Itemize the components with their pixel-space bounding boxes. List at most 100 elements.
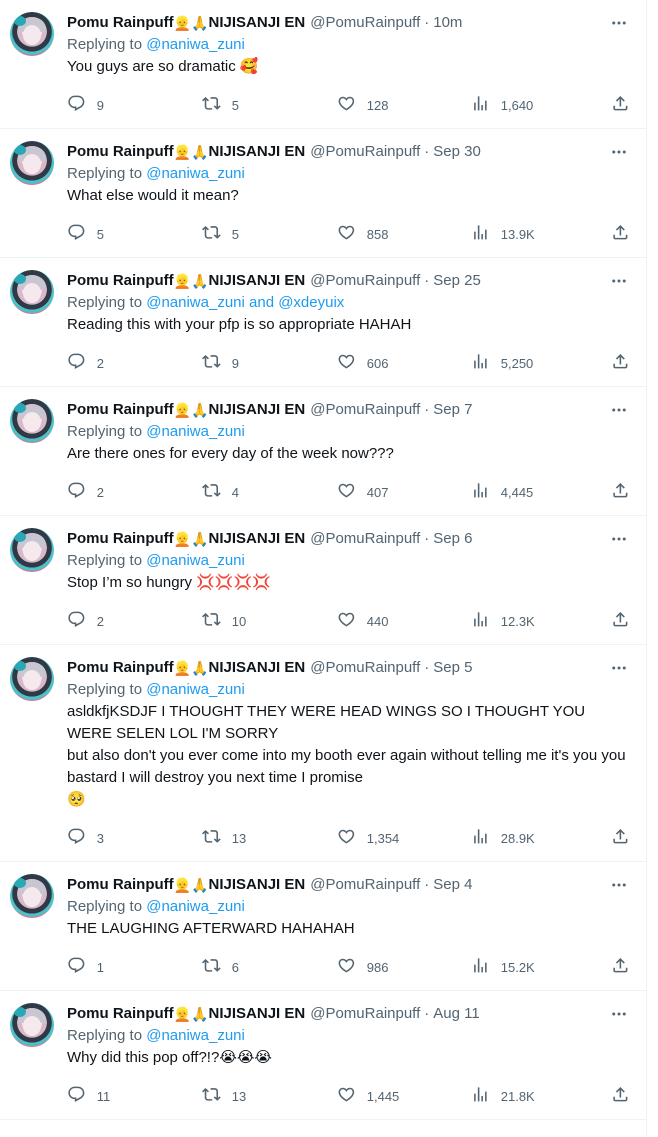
retweet-button[interactable]: 9	[202, 352, 337, 374]
share-button[interactable]	[610, 956, 630, 978]
tweet[interactable]: Pomu Rainpuff👱🙏NIJISANJI EN @PomuRainpuf…	[0, 991, 646, 1120]
tweet-timestamp[interactable]: Sep 4	[433, 875, 472, 895]
display-name[interactable]: Pomu Rainpuff👱🙏NIJISANJI EN	[67, 875, 305, 895]
tweet-text: THE LAUGHING AFTERWARD HAHAHAH	[67, 920, 355, 937]
like-button[interactable]: 858	[337, 223, 471, 245]
tweet-actions: 2 9 606 5,250	[67, 340, 630, 386]
display-name[interactable]: Pomu Rainpuff👱🙏NIJISANJI EN	[67, 529, 305, 549]
user-handle[interactable]: @PomuRainpuff	[310, 529, 420, 549]
display-name[interactable]: Pomu Rainpuff👱🙏NIJISANJI EN	[67, 1004, 305, 1024]
tweet-timestamp[interactable]: Sep 30	[433, 142, 481, 162]
display-name[interactable]: Pomu Rainpuff👱🙏NIJISANJI EN	[67, 400, 305, 420]
like-button[interactable]: 1,354	[337, 827, 471, 849]
display-name[interactable]: Pomu Rainpuff👱🙏NIJISANJI EN	[67, 271, 305, 291]
reply-button[interactable]: 1	[67, 956, 202, 978]
replying-to-link[interactable]: @naniwa_zuni	[146, 165, 245, 182]
tweet[interactable]: Pomu Rainpuff👱🙏NIJISANJI EN @PomuRainpuf…	[0, 258, 646, 387]
views-button[interactable]: 12.3K	[471, 610, 609, 632]
views-button[interactable]: 13.9K	[471, 223, 609, 245]
replying-to: Replying to @naniwa_zuni	[67, 1025, 630, 1047]
avatar[interactable]	[10, 657, 54, 701]
retweet-button[interactable]: 13	[202, 827, 337, 849]
tweet-timestamp[interactable]: Sep 7	[433, 400, 472, 420]
tweet[interactable]: Pomu Rainpuff👱🙏NIJISANJI EN @PomuRainpuf…	[0, 129, 646, 258]
retweet-button[interactable]: 10	[202, 610, 337, 632]
replying-to-link[interactable]: @naniwa_zuni	[146, 423, 245, 440]
user-handle[interactable]: @PomuRainpuff	[310, 13, 420, 33]
user-handle[interactable]: @PomuRainpuff	[310, 658, 420, 678]
reply-button[interactable]: 11	[67, 1085, 202, 1107]
more-icon[interactable]	[608, 659, 630, 677]
like-button[interactable]: 128	[337, 94, 471, 116]
views-button[interactable]: 5,250	[471, 352, 609, 374]
tweet[interactable]: Pomu Rainpuff👱🙏NIJISANJI EN @PomuRainpuf…	[0, 862, 646, 991]
tweet[interactable]: Pomu Rainpuff👱🙏NIJISANJI EN @PomuRainpuf…	[0, 645, 646, 862]
tweet-timestamp[interactable]: Sep 5	[433, 658, 472, 678]
retweet-button[interactable]: 5	[202, 223, 337, 245]
avatar[interactable]	[10, 12, 54, 56]
share-button[interactable]	[610, 223, 630, 245]
reply-button[interactable]: 9	[67, 94, 202, 116]
tweet[interactable]: Pomu Rainpuff👱🙏NIJISANJI EN @PomuRainpuf…	[0, 516, 646, 645]
reply-button[interactable]: 5	[67, 223, 202, 245]
share-button[interactable]	[610, 1085, 630, 1107]
tweet[interactable]: Pomu Rainpuff👱🙏NIJISANJI EN @PomuRainpuf…	[0, 387, 646, 516]
views-button[interactable]: 4,445	[471, 481, 609, 503]
replying-to-link[interactable]: @naniwa_zuni	[146, 681, 245, 698]
views-button[interactable]: 21.8K	[471, 1085, 609, 1107]
more-icon[interactable]	[608, 272, 630, 290]
replying-to-link[interactable]: @naniwa_zuni	[146, 36, 245, 53]
tweet-timestamp[interactable]: Sep 6	[433, 529, 472, 549]
user-handle[interactable]: @PomuRainpuff	[310, 271, 420, 291]
share-button[interactable]	[610, 610, 630, 632]
views-count: 12.3K	[500, 613, 535, 629]
tweet[interactable]: Pomu Rainpuff👱🙏NIJISANJI EN @PomuRainpuf…	[0, 0, 646, 129]
views-button[interactable]: 15.2K	[471, 956, 609, 978]
share-button[interactable]	[610, 94, 630, 116]
more-icon[interactable]	[608, 876, 630, 894]
reply-button[interactable]: 3	[67, 827, 202, 849]
retweet-button[interactable]: 5	[202, 94, 337, 116]
replying-to-link[interactable]: @naniwa_zuni	[146, 898, 245, 915]
retweet-button[interactable]: 13	[202, 1085, 337, 1107]
tweet-timestamp[interactable]: Aug 11	[433, 1004, 479, 1024]
views-button[interactable]: 28.9K	[471, 827, 609, 849]
avatar[interactable]	[10, 874, 54, 918]
like-button[interactable]: 440	[337, 610, 471, 632]
share-button[interactable]	[610, 827, 630, 849]
user-handle[interactable]: @PomuRainpuff	[310, 400, 420, 420]
avatar[interactable]	[10, 141, 54, 185]
display-name[interactable]: Pomu Rainpuff👱🙏NIJISANJI EN	[67, 658, 305, 678]
tweet-timestamp[interactable]: 10m	[433, 13, 462, 33]
more-icon[interactable]	[608, 1005, 630, 1023]
avatar[interactable]	[10, 270, 54, 314]
replying-to-link[interactable]: @naniwa_zuni and @xdeyuix	[146, 294, 344, 311]
reply-button[interactable]: 2	[67, 481, 202, 503]
display-name[interactable]: Pomu Rainpuff👱🙏NIJISANJI EN	[67, 13, 305, 33]
retweet-button[interactable]: 6	[202, 956, 337, 978]
more-icon[interactable]	[608, 530, 630, 548]
reply-button[interactable]: 2	[67, 352, 202, 374]
views-button[interactable]: 1,640	[471, 94, 609, 116]
more-icon[interactable]	[608, 401, 630, 419]
retweet-button[interactable]: 4	[202, 481, 337, 503]
user-handle[interactable]: @PomuRainpuff	[310, 1004, 420, 1024]
avatar[interactable]	[10, 528, 54, 572]
display-name[interactable]: Pomu Rainpuff👱🙏NIJISANJI EN	[67, 142, 305, 162]
share-button[interactable]	[610, 481, 630, 503]
tweet-timestamp[interactable]: Sep 25	[433, 271, 481, 291]
avatar[interactable]	[10, 399, 54, 443]
replying-to-link[interactable]: @naniwa_zuni	[146, 1027, 245, 1044]
user-handle[interactable]: @PomuRainpuff	[310, 142, 420, 162]
like-button[interactable]: 407	[337, 481, 471, 503]
more-icon[interactable]	[608, 143, 630, 161]
reply-button[interactable]: 2	[67, 610, 202, 632]
share-button[interactable]	[610, 352, 630, 374]
like-button[interactable]: 1,445	[337, 1085, 471, 1107]
avatar[interactable]	[10, 1003, 54, 1047]
more-icon[interactable]	[608, 14, 630, 32]
user-handle[interactable]: @PomuRainpuff	[310, 875, 420, 895]
like-button[interactable]: 606	[337, 352, 471, 374]
replying-to-link[interactable]: @naniwa_zuni	[146, 552, 245, 569]
like-button[interactable]: 986	[337, 956, 471, 978]
